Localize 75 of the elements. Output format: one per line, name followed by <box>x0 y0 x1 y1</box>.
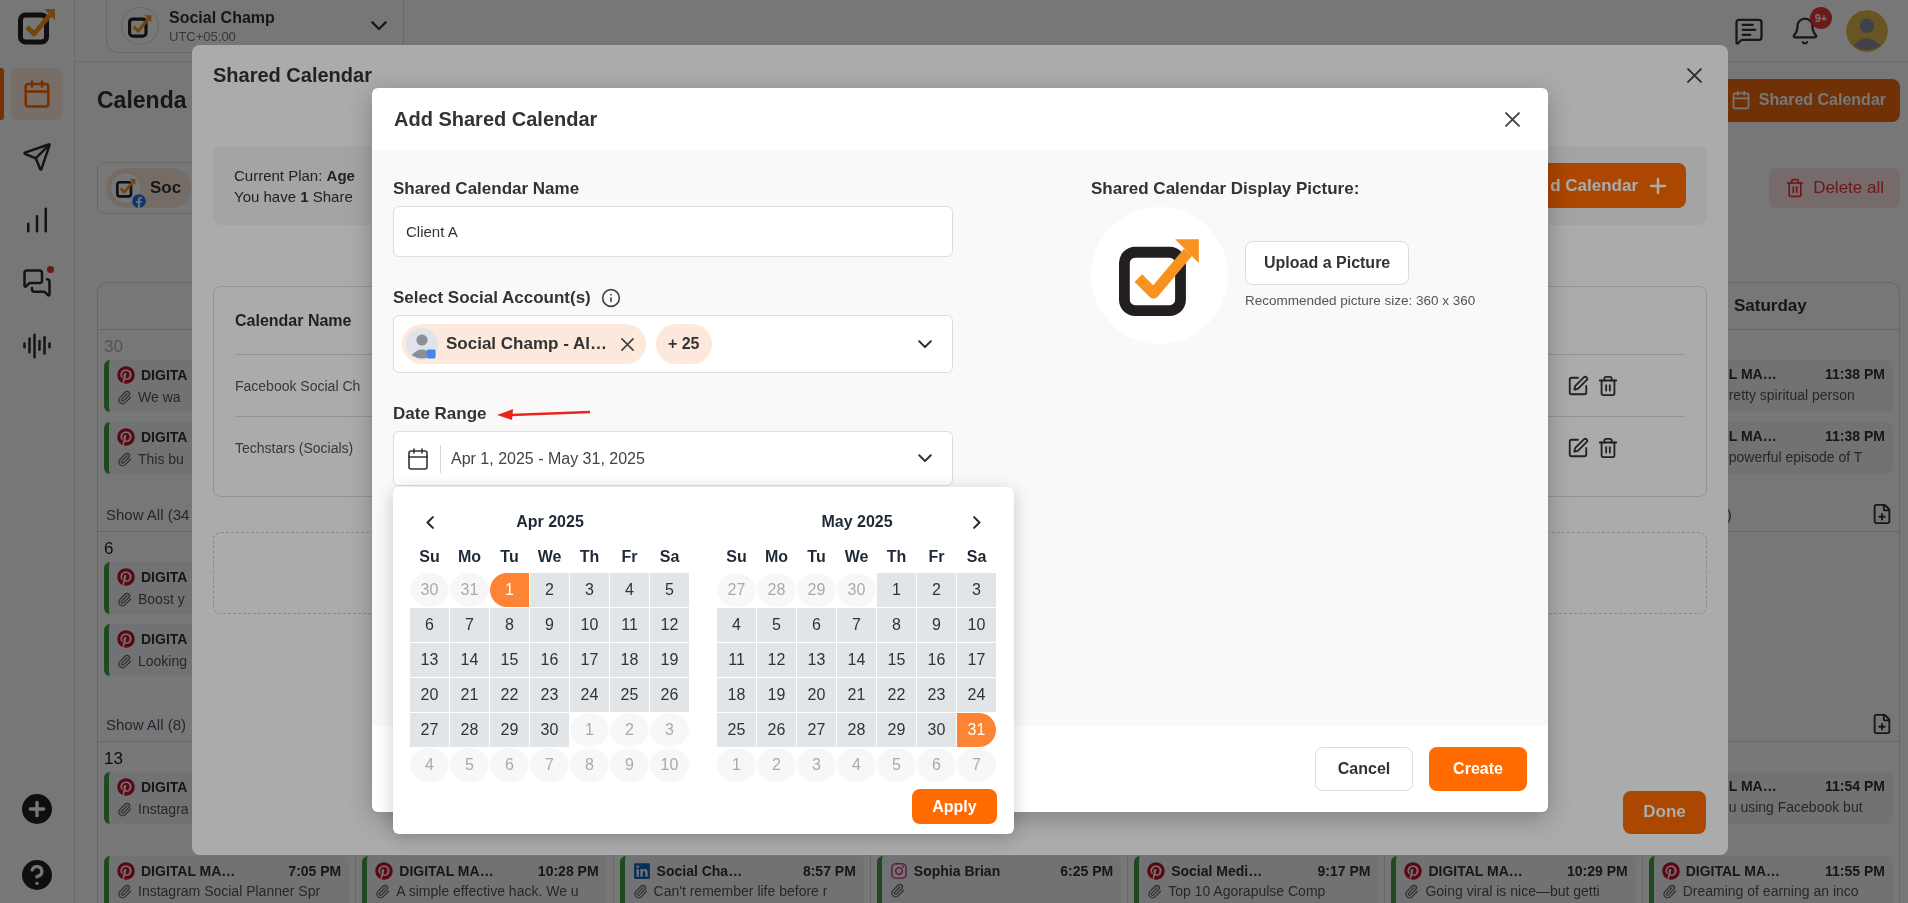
post-text: powerful episode of T <box>1728 449 1863 465</box>
post-time: 9:17 PM <box>1317 863 1371 879</box>
day-number: 13 <box>104 748 123 770</box>
weekday-label: We <box>843 547 870 567</box>
page-title: Calenda <box>97 86 187 114</box>
post-time: 11:54 PM <box>1825 778 1885 794</box>
post-title: DIGITAL MA… <box>399 863 494 879</box>
weekday-label: We <box>536 547 563 567</box>
field-label: Select Social Account(s) <box>393 288 591 308</box>
column-header: Calendar Name <box>235 311 352 330</box>
post-text: retty spiritual person <box>1728 387 1855 403</box>
post-title: DIGITA <box>141 779 188 795</box>
more-accounts-count: + 25 <box>655 324 712 364</box>
post-title: DIGITA <box>141 569 188 585</box>
weekday-label: Fr <box>620 547 639 567</box>
weekday-header: Saturday <box>1733 296 1807 316</box>
field-label: Shared Calendar Display Picture: <box>1091 179 1361 199</box>
post-text: Top 10 Agorapulse Comp <box>1168 883 1326 899</box>
calendar-name: Techstars (Socials) <box>235 440 354 456</box>
post-text: Can't remember life before r <box>653 883 828 899</box>
post-title: L MA… <box>1728 778 1777 794</box>
post-time: 11:38 PM <box>1825 366 1885 382</box>
post-title: DIGITAL MA… <box>1685 863 1781 879</box>
post-text: We wa <box>138 389 181 405</box>
post-text: Boost y <box>138 591 185 607</box>
post-title: DIGITAL MA… <box>141 863 236 879</box>
post-title: DIGITA <box>141 631 188 647</box>
calendar-name: Facebook Social Ch <box>235 377 361 394</box>
picture-size-hint: Recommended picture size: 360 x 360 <box>1245 293 1476 308</box>
account-name: Soc <box>150 178 182 198</box>
post-time: 10:29 PM <box>1567 863 1628 879</box>
post-text: Instagram Social Planner Spr <box>138 883 321 899</box>
account-name: Social Champ - Al… <box>446 334 607 354</box>
post-time: 11:55 PM <box>1825 863 1885 879</box>
weekday-label: Su <box>418 547 441 567</box>
weekday-label: Fr <box>927 547 946 567</box>
post-text: Dreaming of earning an inco <box>1682 883 1859 899</box>
weekday-label: Sa <box>965 547 988 567</box>
notification-badge: 9+ <box>1810 7 1832 29</box>
month-title: May 2025 <box>821 513 893 531</box>
post-title: Sophia Brian <box>913 863 1001 879</box>
post-text: Instagra <box>138 801 189 817</box>
weekday-label: Mo <box>456 547 483 567</box>
post-title: Social Cha… <box>656 863 743 879</box>
weekday-label: Mo <box>763 547 790 567</box>
post-title: Social Medi… <box>1171 863 1263 879</box>
post-title: DIGITAL MA… <box>1428 863 1523 879</box>
post-text: This bu <box>138 451 184 467</box>
plan-text: Current Plan: Age <box>234 166 355 184</box>
modal-title: Shared Calendar <box>213 63 372 87</box>
post-time: 6:25 PM <box>1060 863 1114 879</box>
post-time: 8:57 PM <box>802 863 856 879</box>
post-title: L MA… <box>1728 366 1777 382</box>
post-text: Looking <box>138 653 188 669</box>
post-text: u using Facebook but <box>1728 799 1863 815</box>
weekday-label: Th <box>885 547 908 567</box>
post-time: 11:38 PM <box>1825 428 1885 444</box>
post-text: Going viral is nice—but getti <box>1425 883 1600 899</box>
post-time: 10:28 PM <box>537 863 599 879</box>
post-time: 7:05 PM <box>288 863 342 879</box>
post-title: L MA… <box>1728 428 1777 444</box>
field-label: Shared Calendar Name <box>393 179 580 199</box>
weekday-label: Tu <box>806 547 827 567</box>
usage-text: You have 1 Share <box>234 187 354 205</box>
post-text: A simple effective hack. We u <box>396 883 579 899</box>
dialog-title: Add Shared Calendar <box>394 108 598 131</box>
weekday-label: Su <box>725 547 748 567</box>
post-title: DIGITA <box>141 429 188 445</box>
weekday-label: Sa <box>658 547 681 567</box>
month-title: Apr 2025 <box>516 513 584 531</box>
weekday-label: Th <box>578 547 601 567</box>
post-title: DIGITA <box>141 367 188 383</box>
field-label: Date Range <box>393 404 487 424</box>
weekday-label: Tu <box>499 547 520 567</box>
day-number: 6 <box>104 538 114 560</box>
